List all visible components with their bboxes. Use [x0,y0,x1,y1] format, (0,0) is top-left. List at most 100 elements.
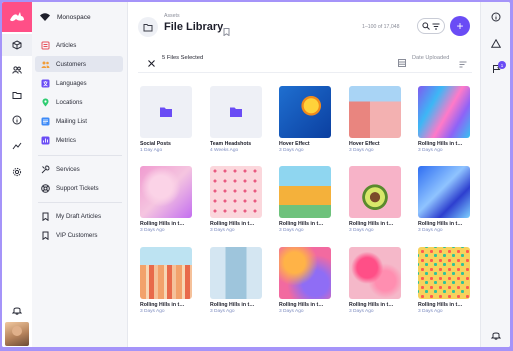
image-thumbnail [418,86,470,138]
file-name: Rolling Hills in t… [279,221,324,227]
sort-order-icon[interactable] [459,55,467,73]
pagination-label: 1–100 of 17,048 [362,24,400,30]
file-card[interactable]: Rolling Hills in t… 3 Days Ago [210,166,262,233]
mail-list-icon [41,117,50,126]
file-date: 3 Days Ago [279,148,304,153]
file-date: 3 Days Ago [210,228,235,233]
file-card[interactable]: Hover Effect 3 Days Ago [279,86,331,153]
folder-nav-button[interactable] [138,17,158,37]
left-rail [2,2,33,347]
file-name: Rolling Hills in t… [418,302,463,308]
folder-thumbnail [210,86,262,138]
search-icon [422,22,430,30]
file-card[interactable]: Rolling Hills in t… 3 Days Ago [140,166,192,233]
folder-icon [230,107,242,117]
sidebar-item-my-draft-articles[interactable]: My Draft Articles [35,208,123,224]
image-thumbnail [140,247,192,299]
bookmark-icon [41,231,50,240]
sidebar-item-label: VIP Customers [56,231,98,239]
content-cube-icon[interactable] [8,36,26,54]
image-thumbnail [210,247,262,299]
sidebar-item-support-tickets[interactable]: Support Tickets [35,180,123,196]
file-date: 1 Day Ago [140,148,163,153]
image-thumbnail [279,247,331,299]
bookmark-toggle-icon[interactable] [223,23,230,41]
workspace-header[interactable]: Monospace [32,2,127,32]
sidebar-item-services[interactable]: Services [35,161,123,177]
workspace-name: Monospace [57,13,91,21]
sidebar-item-languages[interactable]: Languages [35,75,123,91]
file-date: 3 Days Ago [279,228,304,233]
file-card[interactable]: Rolling Hills in t… 3 Days Ago [418,247,470,314]
file-date: 3 Days Ago [210,309,235,314]
file-card[interactable]: Rolling Hills in t… 3 Days Ago [349,247,401,314]
wrench-icon [41,165,50,174]
file-date: 3 Days Ago [349,148,374,153]
warning-triangle-icon[interactable] [489,36,503,50]
app-window: Monospace Articles Customers Languages L… [2,2,510,347]
bookmark-icon [41,212,50,221]
file-card[interactable]: Rolling Hills in t… 3 Days Ago [210,247,262,314]
image-thumbnail [279,86,331,138]
sidebar-item-customers[interactable]: Customers [35,56,123,72]
sort-field-select[interactable]: Date Uploaded [412,55,449,61]
users-icon[interactable] [8,61,26,79]
selection-bar: 5 Files Selected Date Uploaded [138,48,472,70]
map-pin-icon [41,98,50,107]
file-date: 3 Days Ago [140,309,165,314]
folder-icon[interactable] [8,86,26,104]
image-thumbnail [279,166,331,218]
search-filter-toggle[interactable] [417,18,445,34]
sidebar-item-label: Customers [56,60,86,68]
file-card[interactable]: Rolling Hills in t… 3 Days Ago [349,166,401,233]
support-icon [41,183,50,193]
notifications-bell-icon[interactable] [489,328,503,342]
file-card[interactable]: Team Headshots 4 Weeks Ago [210,86,262,153]
settings-gear-icon[interactable] [8,163,26,181]
add-file-button[interactable]: + [450,16,470,36]
file-card[interactable]: Rolling Hills in t… 3 Days Ago [279,166,331,233]
users-icon [41,60,50,69]
right-panel: 1 [480,2,510,347]
sidebar-item-mailing-list[interactable]: Mailing List [35,113,123,129]
file-card[interactable]: Rolling Hills in t… 3 Days Ago [418,86,470,153]
image-thumbnail [349,86,401,138]
user-avatar[interactable] [5,322,29,346]
file-name: Social Posts [140,141,171,147]
folder-icon [160,107,172,117]
file-card[interactable]: Rolling Hills in t… 3 Days Ago [418,166,470,233]
file-name: Team Headshots [210,141,252,147]
notifications-bell-icon[interactable] [8,301,26,319]
info-icon[interactable] [489,10,503,24]
image-thumbnail [418,166,470,218]
metrics-icon [41,136,50,145]
file-name: Rolling Hills in t… [279,302,324,308]
file-date: 3 Days Ago [140,228,165,233]
sidebar-item-vip-customers[interactable]: VIP Customers [35,227,123,243]
file-card[interactable]: Rolling Hills in t… 3 Days Ago [140,247,192,314]
sidebar-item-label: Services [56,165,80,173]
image-thumbnail [418,247,470,299]
app-logo[interactable] [2,2,32,32]
breadcrumb[interactable]: Assets [164,13,180,19]
insights-icon[interactable] [8,137,26,155]
file-card[interactable]: Hover Effect 3 Days Ago [349,86,401,153]
file-name: Rolling Hills in t… [140,302,185,308]
sidebar-item-articles[interactable]: Articles [35,37,123,53]
file-card[interactable]: Social Posts 1 Day Ago [140,86,192,153]
info-icon[interactable] [8,111,26,129]
image-thumbnail [349,247,401,299]
file-date: 3 Days Ago [418,148,443,153]
file-date: 3 Days Ago [349,309,374,314]
filter-icon [432,23,440,29]
file-card[interactable]: Rolling Hills in t… 3 Days Ago [279,247,331,314]
sidebar-divider [38,155,122,156]
sidebar-item-locations[interactable]: Locations [35,94,123,110]
sidebar-item-metrics[interactable]: Metrics [35,132,123,148]
grid-view-icon[interactable] [398,54,406,72]
translate-icon [41,79,50,88]
file-name: Rolling Hills in t… [418,141,463,147]
notification-badge: 1 [498,61,506,69]
file-name: Hover Effect [349,141,380,147]
clear-selection-icon[interactable] [148,54,155,72]
